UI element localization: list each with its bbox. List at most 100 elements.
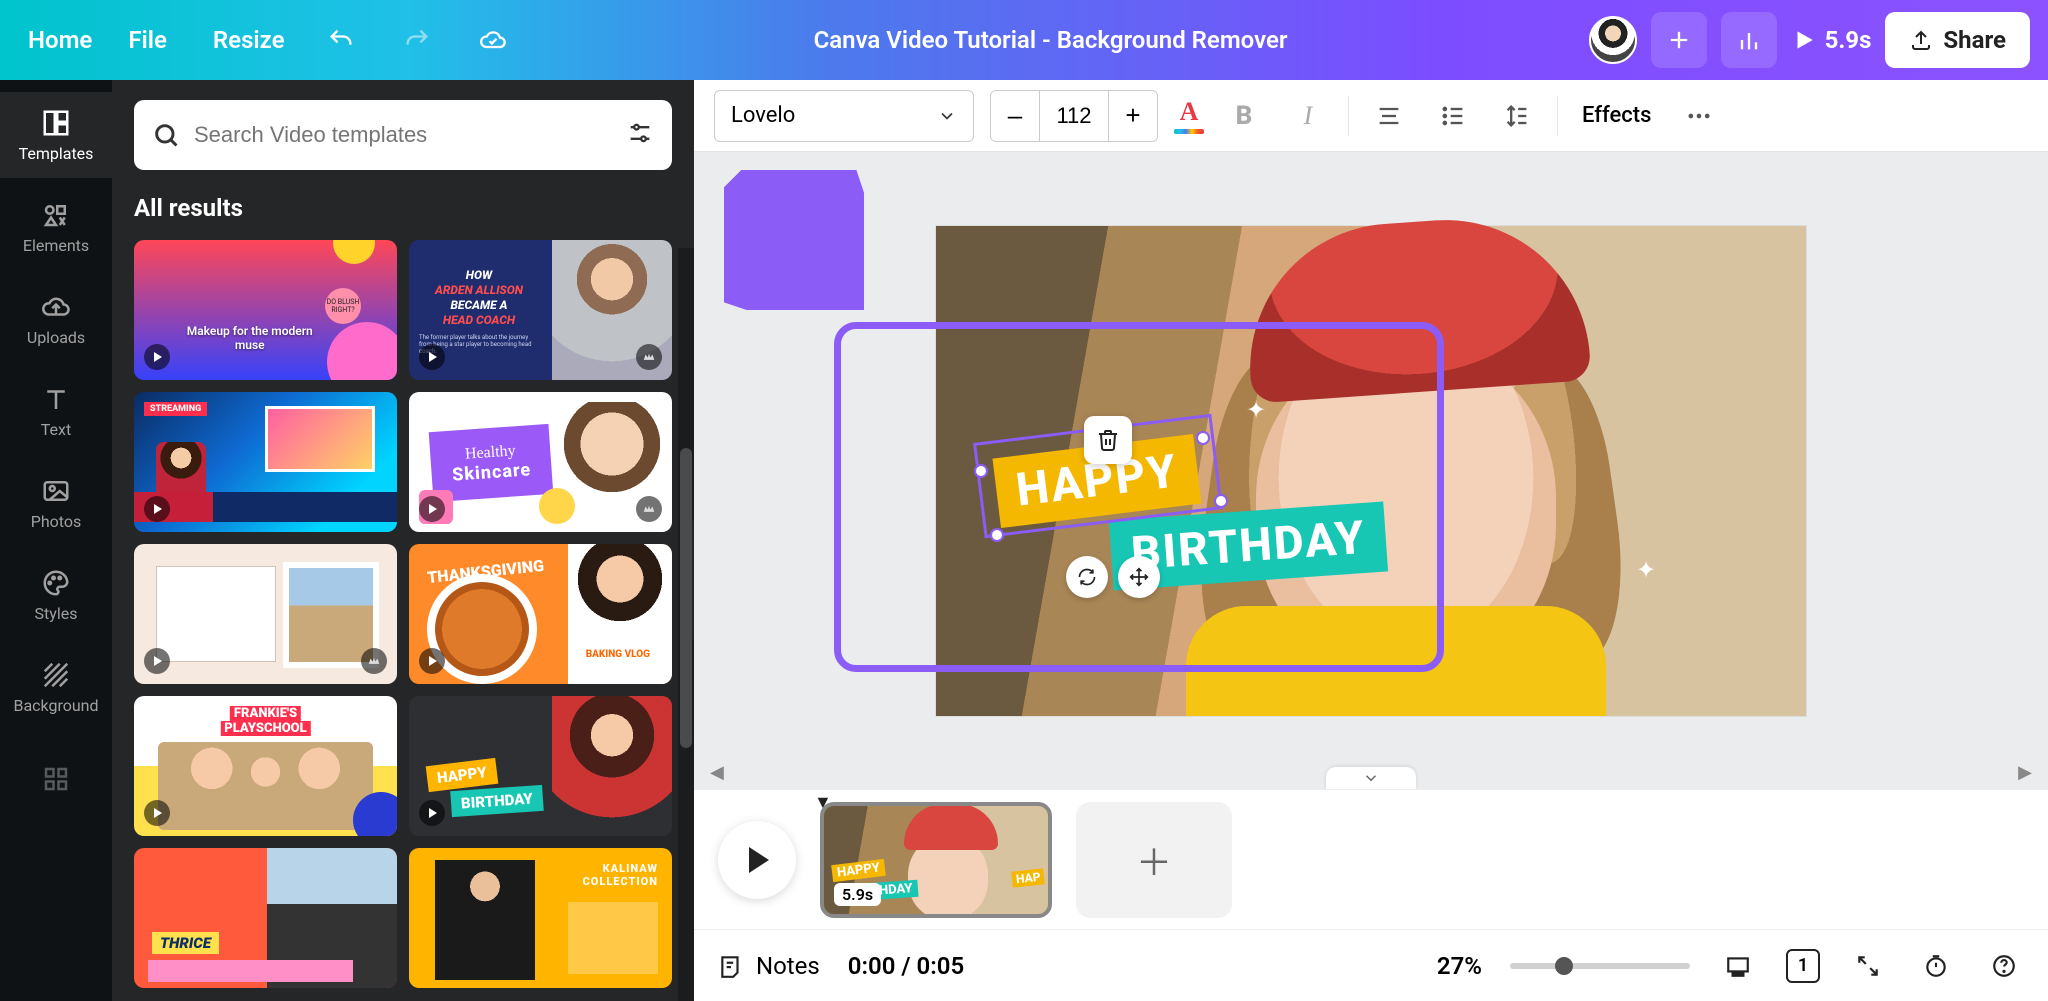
- resize-menu[interactable]: Resize: [203, 26, 285, 54]
- list-button[interactable]: [1429, 92, 1477, 140]
- sidenav-styles[interactable]: Styles: [0, 552, 112, 638]
- decrease-size-button[interactable]: –: [991, 91, 1039, 141]
- thumbnail-view-button[interactable]: [1718, 946, 1758, 986]
- template-card[interactable]: HAPPYBIRTHDAY: [409, 696, 672, 836]
- side-nav: Templates Elements Uploads Text Photos S…: [0, 80, 112, 1001]
- scroll-right[interactable]: ▶: [2018, 762, 2032, 783]
- play-icon: [144, 800, 170, 826]
- crown-icon: [636, 344, 662, 370]
- effects-button[interactable]: Effects: [1574, 103, 1659, 128]
- template-card[interactable]: DO BLUSH RIGHT?Makeup for the modern mus…: [134, 240, 397, 380]
- timeline-clip[interactable]: HAPPY IRTHDAY HAP 5.9s: [820, 802, 1052, 918]
- template-card[interactable]: KALINAWCOLLECTION: [409, 848, 672, 988]
- home-label: Home: [28, 26, 92, 54]
- help-button[interactable]: [1984, 946, 2024, 986]
- align-button[interactable]: [1365, 92, 1413, 140]
- templates-icon: [41, 108, 71, 138]
- file-menu[interactable]: File: [128, 26, 167, 54]
- sidenav-text[interactable]: Text: [0, 368, 112, 454]
- scroll-left[interactable]: ◀: [710, 762, 724, 783]
- sparkle-icon: ✦: [1636, 556, 1656, 584]
- bold-button[interactable]: B: [1220, 92, 1268, 140]
- template-card[interactable]: HealthySkincare: [409, 392, 672, 532]
- add-clip-button[interactable]: ＋: [1076, 802, 1232, 918]
- font-color-button[interactable]: A: [1174, 97, 1204, 134]
- font-size-input[interactable]: [1039, 91, 1109, 141]
- background-icon: [41, 660, 71, 690]
- share-button[interactable]: Share: [1885, 12, 2030, 68]
- help-icon: [1991, 953, 2017, 979]
- spacing-button[interactable]: [1493, 92, 1541, 140]
- home-button[interactable]: Home: [18, 26, 92, 54]
- chevron-down-icon: [1362, 769, 1380, 787]
- redo-button[interactable]: [397, 20, 437, 60]
- stage[interactable]: ✦ ✦ BIRTHDAY HAPPY ◀: [694, 152, 2048, 789]
- preview-button[interactable]: 5.9s: [1791, 26, 1872, 54]
- palette-icon: [41, 568, 71, 598]
- play-icon: [419, 800, 445, 826]
- italic-button[interactable]: I: [1284, 92, 1332, 140]
- timeline-expand-button[interactable]: [1326, 767, 1416, 789]
- play-button[interactable]: [718, 821, 796, 899]
- template-card[interactable]: I saidyes: [134, 544, 397, 684]
- crown-icon: [636, 496, 662, 522]
- thumbnail-icon: [1725, 953, 1751, 979]
- fullscreen-icon: [1855, 953, 1881, 979]
- search-input[interactable]: [194, 122, 612, 148]
- bar-chart-icon: [1735, 26, 1763, 54]
- chevron-down-icon: [937, 106, 957, 126]
- annotation-arrow: [724, 170, 864, 310]
- font-color-icon: A: [1180, 97, 1199, 127]
- sliders-icon: [626, 119, 654, 147]
- template-card[interactable]: FRANKIE'SPLAYSCHOOL: [134, 696, 397, 836]
- increase-size-button[interactable]: +: [1109, 91, 1157, 141]
- sidenav-elements[interactable]: Elements: [0, 184, 112, 270]
- page-indicator[interactable]: 1: [1786, 949, 1820, 983]
- undo-button[interactable]: [321, 20, 361, 60]
- sidenav-more[interactable]: [0, 736, 112, 822]
- template-card[interactable]: HOWARDEN ALLISONBECAME AHEAD COACHThe fo…: [409, 240, 672, 380]
- clip-duration: 5.9s: [834, 883, 881, 906]
- notes-icon: [718, 953, 744, 979]
- play-icon: [1791, 27, 1817, 53]
- list-icon: [1439, 102, 1467, 130]
- insights-button[interactable]: [1721, 12, 1777, 68]
- font-size-group: – +: [990, 90, 1158, 142]
- editor: Lovelo – + A B I Effect: [694, 80, 2048, 1001]
- cloud-sync-button[interactable]: [473, 20, 513, 60]
- spacing-icon: [1503, 102, 1531, 130]
- notes-button[interactable]: Notes: [718, 952, 820, 980]
- template-card[interactable]: THANKSGIVINGBAKING VLOG: [409, 544, 672, 684]
- playback-time: 0:00 / 0:05: [848, 952, 964, 980]
- more-button[interactable]: [1675, 92, 1723, 140]
- context-toolbar: Lovelo – + A B I Effect: [694, 80, 2048, 152]
- zoom-value: 27%: [1437, 952, 1482, 980]
- template-card[interactable]: STREAMING: [134, 392, 397, 532]
- play-icon: [144, 648, 170, 674]
- avatar[interactable]: [1589, 16, 1637, 64]
- cloud-upload-icon: [41, 292, 71, 322]
- search-box[interactable]: [134, 100, 672, 170]
- plus-icon: [1665, 26, 1693, 54]
- footer-bar: Notes 0:00 / 0:05 27% 1: [694, 929, 2048, 1001]
- sidenav-photos[interactable]: Photos: [0, 460, 112, 546]
- top-bar: Home File Resize Canva Video Tutorial - …: [0, 0, 2048, 80]
- timer-button[interactable]: [1916, 946, 1956, 986]
- sidenav-templates[interactable]: Templates: [0, 92, 112, 178]
- search-icon: [152, 121, 180, 149]
- annotation-highlight: [834, 322, 1444, 672]
- document-title[interactable]: Canva Video Tutorial - Background Remove…: [541, 26, 1561, 54]
- image-icon: [41, 476, 71, 506]
- section-title: All results: [134, 194, 672, 222]
- sidenav-background[interactable]: Background: [0, 644, 112, 730]
- redo-icon: [403, 26, 431, 54]
- font-select[interactable]: Lovelo: [714, 90, 974, 142]
- timeline: ▼ HAPPY IRTHDAY HAP 5.9s ＋: [694, 789, 2048, 929]
- add-member-button[interactable]: [1651, 12, 1707, 68]
- fullscreen-button[interactable]: [1848, 946, 1888, 986]
- zoom-slider[interactable]: [1510, 963, 1690, 969]
- template-card[interactable]: THRICE: [134, 848, 397, 988]
- sidenav-uploads[interactable]: Uploads: [0, 276, 112, 362]
- filter-button[interactable]: [626, 119, 654, 151]
- text-icon: [41, 384, 71, 414]
